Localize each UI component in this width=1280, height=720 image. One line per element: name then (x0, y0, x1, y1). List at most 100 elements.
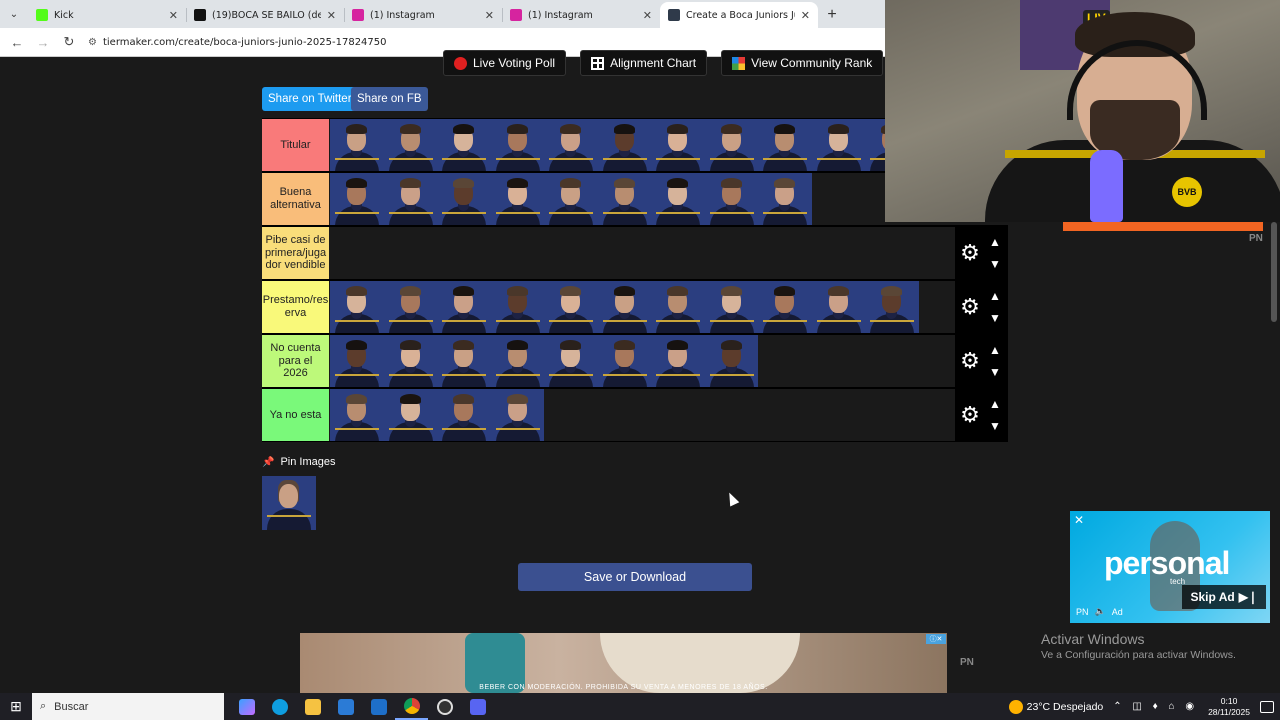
share-facebook-button[interactable]: Share on FB (351, 87, 428, 111)
player-card[interactable] (544, 281, 598, 333)
player-card[interactable] (383, 173, 437, 225)
player-card[interactable] (383, 281, 437, 333)
gear-icon[interactable]: ⚙ (957, 402, 983, 428)
close-tab-icon[interactable]: ✕ (801, 9, 810, 22)
tab-search-icon[interactable]: ⌄ (0, 0, 28, 28)
browser-tab-active[interactable]: Create a Boca Juniors Junio 2025 ✕ (660, 2, 818, 28)
share-twitter-button[interactable]: Share on Twitter (262, 87, 358, 111)
alignment-chart-button[interactable]: Alignment Chart (580, 50, 708, 76)
player-card[interactable] (651, 173, 705, 225)
player-card[interactable] (383, 389, 437, 441)
chevron-up-icon[interactable]: ▲ (987, 235, 1003, 249)
gear-icon[interactable]: ⚙ (957, 294, 983, 320)
community-rank-button[interactable]: View Community Rank (721, 50, 884, 76)
player-card[interactable] (704, 119, 758, 171)
taskbar-clock[interactable]: 0:10 28/11/2025 (1208, 696, 1250, 716)
player-card[interactable] (330, 173, 384, 225)
close-ad-icon[interactable]: ✕ (1074, 513, 1084, 527)
taskbar-search[interactable]: ⌕ Buscar (32, 693, 224, 720)
player-card[interactable] (437, 389, 491, 441)
chevron-up-icon[interactable]: ▲ (987, 343, 1003, 357)
player-card[interactable] (651, 335, 705, 387)
tier-label[interactable]: No cuenta para el 2026 (262, 335, 329, 387)
player-card[interactable] (597, 119, 651, 171)
player-card[interactable] (490, 389, 544, 441)
store-icon[interactable] (329, 693, 362, 720)
player-card[interactable] (383, 119, 437, 171)
player-card[interactable] (651, 281, 705, 333)
player-card[interactable] (490, 119, 544, 171)
player-card[interactable] (330, 389, 384, 441)
player-card[interactable] (490, 281, 544, 333)
close-tab-icon[interactable]: ✕ (169, 9, 178, 22)
player-card[interactable] (758, 119, 812, 171)
player-card[interactable] (330, 335, 384, 387)
pin-images-toggle[interactable]: 📌 Pin Images (262, 456, 335, 468)
browser-tab[interactable]: (1) Instagram ✕ (502, 2, 660, 28)
close-tab-icon[interactable]: ✕ (643, 9, 652, 22)
notification-icon[interactable] (1260, 700, 1274, 713)
player-card[interactable] (758, 281, 812, 333)
tier-label[interactable]: Prestamo/res erva (262, 281, 329, 333)
live-voting-button[interactable]: Live Voting Poll (443, 50, 567, 76)
player-card[interactable] (544, 173, 598, 225)
browser-tab[interactable]: (19)BOCA SE BAILÓ (de nuevo) ✕ (186, 2, 344, 28)
chrome-icon[interactable] (395, 693, 428, 720)
page-scrollbar[interactable] (1271, 222, 1277, 322)
mail-icon[interactable] (362, 693, 395, 720)
copilot-icon[interactable] (230, 693, 263, 720)
player-card[interactable] (330, 281, 384, 333)
player-card[interactable] (544, 335, 598, 387)
player-card[interactable] (597, 335, 651, 387)
chevron-up-icon[interactable]: ▲ (987, 397, 1003, 411)
site-info-icon[interactable]: ⚙ (88, 37, 97, 48)
player-card[interactable] (811, 281, 865, 333)
player-card[interactable] (811, 119, 865, 171)
reload-icon[interactable]: ↻ (58, 31, 80, 53)
chevron-down-icon[interactable]: ▼ (987, 419, 1003, 433)
chevron-down-icon[interactable]: ▼ (987, 365, 1003, 379)
player-card[interactable] (490, 335, 544, 387)
player-card[interactable] (758, 173, 812, 225)
edge-icon[interactable] (263, 693, 296, 720)
player-card[interactable] (865, 281, 919, 333)
back-arrow-icon[interactable]: ← (6, 31, 28, 53)
player-card[interactable] (597, 281, 651, 333)
volume-icon[interactable]: 🔈 (1095, 606, 1106, 617)
player-card[interactable] (437, 281, 491, 333)
chevron-up-icon[interactable]: ▲ (987, 289, 1003, 303)
player-card[interactable] (704, 281, 758, 333)
bottom-banner-ad[interactable]: BEBER CON MODERACIÓN. PROHIBIDA SU VENTA… (300, 633, 947, 693)
player-card[interactable] (437, 119, 491, 171)
player-card[interactable] (437, 173, 491, 225)
chevron-down-icon[interactable]: ▼ (987, 257, 1003, 271)
player-card[interactable] (330, 119, 384, 171)
file-explorer-icon[interactable] (296, 693, 329, 720)
player-card[interactable] (437, 335, 491, 387)
close-tab-icon[interactable]: ✕ (327, 9, 336, 22)
discord-icon[interactable] (461, 693, 494, 720)
video-ad[interactable]: ✕ personal tech PN 🔈 Ad Skip Ad ▶❘ (1070, 511, 1270, 623)
windows-start-icon[interactable]: ⊞ (0, 693, 32, 720)
tray-icons[interactable]: ⌃ ◫ ♦ ⌂ ◉ (1113, 701, 1198, 712)
tier-label[interactable]: Buena alternativa (262, 173, 329, 225)
adchoices-icon[interactable]: ⓘ✕ (926, 634, 946, 644)
gear-icon[interactable]: ⚙ (957, 240, 983, 266)
save-or-download-button[interactable]: Save or Download (518, 563, 752, 591)
player-card[interactable] (704, 335, 758, 387)
skip-ad-button[interactable]: Skip Ad ▶❘ (1182, 585, 1266, 609)
player-card[interactable] (383, 335, 437, 387)
player-card[interactable] (490, 173, 544, 225)
player-card[interactable] (544, 119, 598, 171)
player-card[interactable] (704, 173, 758, 225)
close-tab-icon[interactable]: ✕ (485, 9, 494, 22)
gear-icon[interactable]: ⚙ (957, 348, 983, 374)
tier-label[interactable]: Titular (262, 119, 329, 171)
chevron-down-icon[interactable]: ▼ (987, 311, 1003, 325)
browser-tab[interactable]: Kick ✕ (28, 2, 186, 28)
unranked-player-image[interactable] (262, 476, 316, 530)
tier-label[interactable]: Ya no esta (262, 389, 329, 441)
player-card[interactable] (597, 173, 651, 225)
tier-label[interactable]: Pibe casi de primera/juga dor vendible (262, 227, 329, 279)
player-card[interactable] (651, 119, 705, 171)
